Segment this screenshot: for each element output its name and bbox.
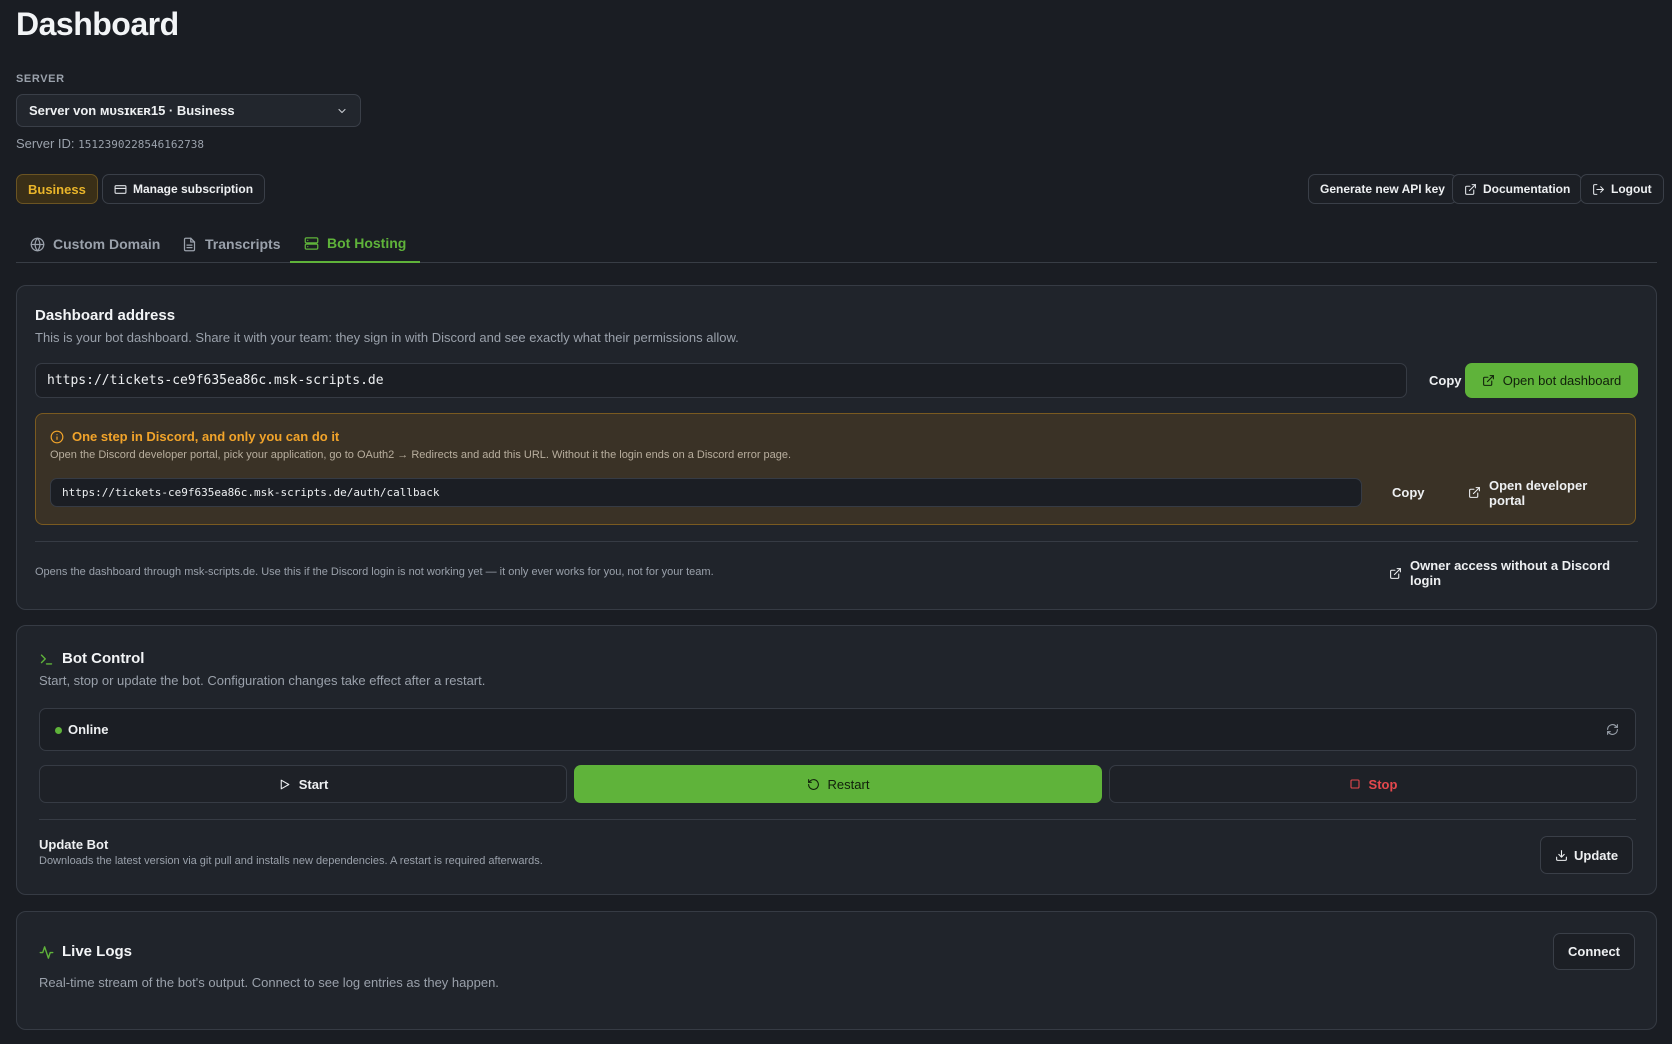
update-button[interactable]: Update <box>1540 836 1634 874</box>
open-bot-dashboard-label: Open bot dashboard <box>1502 373 1622 388</box>
credit-card-icon <box>114 183 127 196</box>
warning-description: Open the Discord developer portal, pick … <box>50 449 792 461</box>
callback-url-field[interactable]: https://tickets-ce9f635ea86c.msk-scripts… <box>50 478 1362 507</box>
external-link-icon <box>1482 374 1495 387</box>
divider <box>39 819 1636 820</box>
copy-callback-label: Copy <box>1392 485 1425 500</box>
owner-access-label: Owner access without a Discord login <box>1410 558 1611 588</box>
server-label: SERVER <box>16 73 65 85</box>
live-logs-card: Live Logs Real-time stream of the bot's … <box>16 911 1657 1030</box>
callback-url-value: https://tickets-ce9f635ea86c.msk-scripts… <box>62 486 440 499</box>
refresh-icon[interactable] <box>1606 723 1619 736</box>
stop-button[interactable]: Stop <box>1109 765 1637 803</box>
divider <box>35 541 1638 542</box>
logout-icon <box>1592 183 1605 196</box>
owner-access-button[interactable]: Owner access without a Discord login <box>1375 558 1656 588</box>
logout-label: Logout <box>1611 182 1652 196</box>
dashboard-address-card: Dashboard address This is your bot dashb… <box>16 285 1657 610</box>
tab-custom-domain[interactable]: Custom Domain <box>16 225 174 263</box>
manage-subscription-button[interactable]: Manage subscription <box>102 174 266 204</box>
bot-control-card: Bot Control Start, stop or update the bo… <box>16 625 1657 895</box>
warning-title: One step in Discord, and only you can do… <box>72 429 340 444</box>
live-logs-title: Live Logs <box>62 943 133 960</box>
status-dot <box>55 727 62 734</box>
dashboard-address-title: Dashboard address <box>35 307 176 324</box>
update-bot-title: Update Bot <box>39 837 109 852</box>
tab-bar: Custom Domain Transcripts Bot Hosting <box>16 225 1657 263</box>
rotate-icon <box>807 778 820 791</box>
open-developer-portal-label: Open developer portal <box>1489 477 1588 508</box>
page-title: Dashboard <box>16 6 179 42</box>
generate-api-key-label: Generate new API key <box>1320 182 1445 196</box>
chevron-down-icon <box>336 105 348 117</box>
server-select-value: Server von ᴍᴜsɪᴋᴇʀ15 · Business <box>29 103 235 118</box>
server-id-label: Server ID: <box>16 136 75 151</box>
documentation-label: Documentation <box>1483 182 1571 196</box>
plan-badge: Business <box>16 174 98 204</box>
info-icon <box>50 430 64 444</box>
tab-transcripts[interactable]: Transcripts <box>168 225 294 263</box>
terminal-icon <box>39 652 54 667</box>
manage-subscription-label: Manage subscription <box>133 182 254 196</box>
tab-custom-domain-label: Custom Domain <box>53 236 161 252</box>
open-bot-dashboard-button[interactable]: Open bot dashboard <box>1465 363 1638 398</box>
restart-button[interactable]: Restart <box>574 765 1102 803</box>
bot-control-description: Start, stop or update the bot. Configura… <box>39 673 486 688</box>
logout-button[interactable]: Logout <box>1580 174 1664 204</box>
dashboard-url-value: https://tickets-ce9f635ea86c.msk-scripts… <box>47 373 384 388</box>
tab-bot-hosting-label: Bot Hosting <box>327 235 407 251</box>
restart-label: Restart <box>827 776 870 792</box>
stop-icon <box>1349 778 1361 790</box>
dashboard-address-description: This is your bot dashboard. Share it wit… <box>35 330 739 345</box>
activity-icon <box>39 945 54 960</box>
connect-button[interactable]: Connect <box>1553 933 1635 970</box>
play-icon <box>278 778 291 791</box>
generate-api-key-button[interactable]: Generate new API key <box>1308 174 1457 204</box>
documentation-button[interactable]: Documentation <box>1452 174 1583 204</box>
owner-access-note: Opens the dashboard through msk-scripts.… <box>35 566 714 578</box>
bot-status-label: Online <box>68 722 109 737</box>
copy-callback-button[interactable]: Copy <box>1378 478 1439 507</box>
server-select[interactable]: Server von ᴍᴜsɪᴋᴇʀ15 · Business <box>16 94 361 127</box>
oauth-warning-box: One step in Discord, and only you can do… <box>35 413 1636 525</box>
bot-control-title: Bot Control <box>62 650 145 667</box>
update-label: Update <box>1574 847 1619 863</box>
update-bot-description: Downloads the latest version via git pul… <box>39 855 543 867</box>
open-developer-portal-button[interactable]: Open developer portal <box>1454 477 1635 508</box>
tab-transcripts-label: Transcripts <box>205 236 281 252</box>
bot-status-box: Online <box>39 708 1636 751</box>
external-link-icon <box>1389 567 1402 580</box>
server-id: Server ID: 1512390228546162738 <box>16 136 204 151</box>
connect-label: Connect <box>1568 944 1620 959</box>
stop-label: Stop <box>1368 776 1398 792</box>
external-link-icon <box>1468 486 1481 499</box>
server-icon <box>304 236 319 251</box>
download-icon <box>1555 849 1568 862</box>
tab-bot-hosting[interactable]: Bot Hosting <box>290 225 421 263</box>
globe-icon <box>30 237 45 252</box>
server-id-value: 1512390228546162738 <box>78 138 204 151</box>
copy-url-label: Copy <box>1429 373 1462 388</box>
external-link-icon <box>1464 183 1477 196</box>
start-button[interactable]: Start <box>39 765 567 803</box>
file-text-icon <box>182 237 197 252</box>
start-label: Start <box>298 776 329 792</box>
live-logs-description: Real-time stream of the bot's output. Co… <box>39 975 499 990</box>
dashboard-url-field[interactable]: https://tickets-ce9f635ea86c.msk-scripts… <box>35 363 1407 398</box>
